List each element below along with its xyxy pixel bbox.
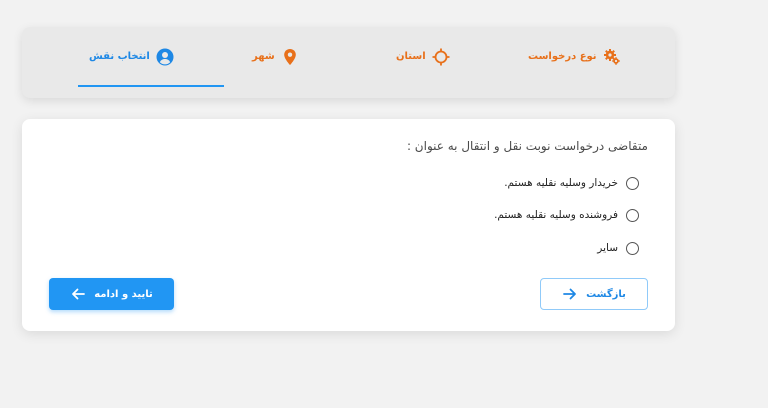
step-label: انتخاب نقش (89, 51, 150, 62)
role-form-card: متقاضی درخواست نوبت نقل و انتقال به عنوا… (22, 119, 675, 331)
step-label: شهر (252, 51, 275, 62)
map-pin-icon (283, 49, 296, 65)
option-label: خریدار وسلیه نقلیه هستم. (504, 177, 618, 189)
radio-button[interactable] (626, 208, 639, 222)
confirm-continue-button[interactable]: تایید و ادامه (49, 278, 174, 310)
option-seller[interactable]: فروشنده وسلیه نقلیه هستم. (494, 206, 639, 224)
step-province[interactable]: استان (396, 47, 450, 67)
stepper-bar: نوع درخواست استان شهر انتخاب نقش (22, 27, 675, 98)
option-label: سایر (597, 242, 618, 254)
step-request-type[interactable]: نوع درخواست (528, 47, 621, 67)
role-question: متقاضی درخواست نوبت نقل و انتقال به عنوا… (406, 139, 648, 153)
chevron-left-icon[interactable] (672, 49, 675, 63)
radio-button[interactable] (626, 176, 639, 190)
confirm-button-label: تایید و ادامه (94, 288, 153, 300)
active-step-indicator (78, 85, 224, 87)
back-button-label: بازگشت (586, 288, 626, 300)
step-city[interactable]: شهر (252, 47, 299, 67)
option-buyer[interactable]: خریدار وسلیه نقلیه هستم. (504, 174, 639, 192)
option-other[interactable]: سایر (597, 239, 639, 257)
step-label: استان (396, 51, 426, 62)
arrow-left-icon (72, 288, 86, 300)
crosshair-icon (432, 48, 450, 66)
step-select-role[interactable]: انتخاب نقش (89, 47, 174, 67)
back-button[interactable]: بازگشت (540, 278, 648, 310)
arrow-right-icon (563, 288, 576, 300)
option-label: فروشنده وسلیه نقلیه هستم. (494, 209, 618, 221)
user-circle-icon (156, 48, 174, 66)
step-label: نوع درخواست (528, 51, 597, 62)
gears-icon (603, 49, 620, 65)
radio-button[interactable] (626, 241, 639, 255)
